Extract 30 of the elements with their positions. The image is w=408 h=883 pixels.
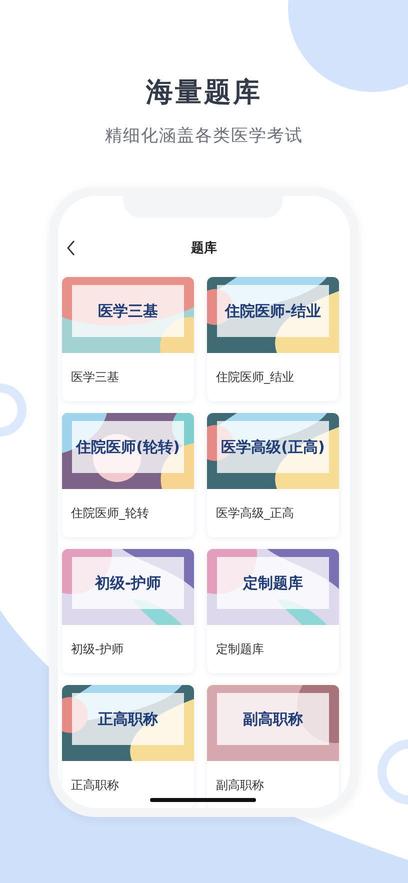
- card-label: 医学三基: [70, 369, 120, 386]
- bank-card[interactable]: 住院医师(轮转) 住院医师_轮转: [62, 413, 194, 537]
- headline: 海量题库: [146, 76, 262, 110]
- cover-title: 医学高级(正高): [220, 438, 326, 457]
- bank-card[interactable]: 住院医师-结业 住院医师_结业: [207, 277, 339, 401]
- cover-title: 正高职称: [97, 710, 159, 729]
- bank-card[interactable]: 医学三基 医学三基: [62, 277, 194, 401]
- subtitle: 精细化涵盖各类医学考试: [105, 125, 303, 147]
- cover-title: 副高职称: [242, 710, 304, 729]
- cover-title: 初级-护师: [94, 574, 162, 593]
- bank-card[interactable]: 定制题库 定制题库: [207, 549, 339, 673]
- card-label: 正高职称: [70, 777, 120, 794]
- cover-title: 住院医师(轮转): [74, 438, 181, 457]
- card-label: 住院医师_轮转: [70, 505, 150, 522]
- cover-title: 医学三基: [97, 302, 159, 321]
- back-icon[interactable]: [66, 240, 76, 256]
- card-label: 定制题库: [215, 641, 265, 658]
- cover-title: 住院医师-结业: [224, 302, 322, 321]
- cover-title: 定制题库: [242, 574, 304, 593]
- background-ring: [0, 384, 26, 436]
- screen-title: 题库: [191, 240, 217, 257]
- card-label: 初级-护师: [70, 641, 124, 658]
- bank-card[interactable]: 正高职称 正高职称: [62, 685, 194, 808]
- card-label: 副高职称: [215, 777, 265, 794]
- bank-card[interactable]: 副高职称 副高职称: [207, 685, 339, 808]
- background-ring: [378, 740, 408, 804]
- card-label: 住院医师_结业: [215, 369, 295, 386]
- bank-card[interactable]: 医学高级(正高) 医学高级_正高: [207, 413, 339, 537]
- bank-card[interactable]: 初级-护师 初级-护师: [62, 549, 194, 673]
- card-label: 医学高级_正高: [215, 505, 295, 522]
